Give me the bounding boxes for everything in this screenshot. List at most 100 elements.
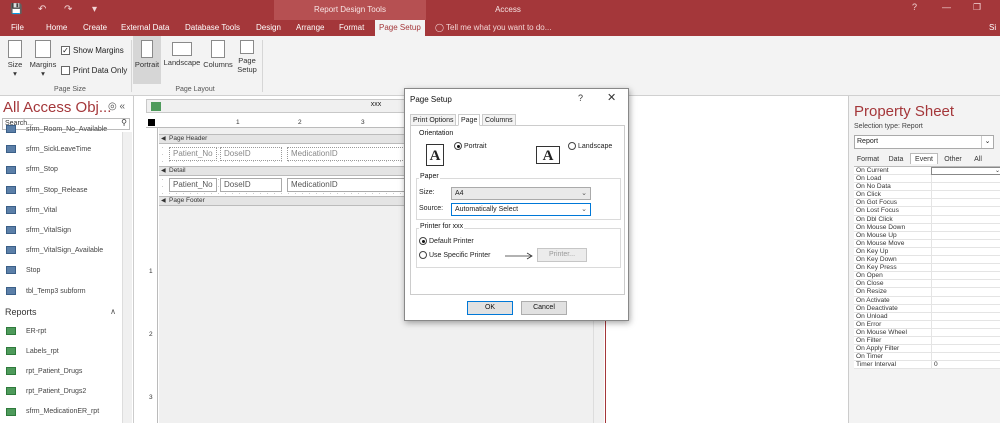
list-item[interactable]: Labels_rpt [0,342,122,362]
property-row[interactable]: On Dbl Click [854,215,1000,224]
property-row[interactable]: On Filter [854,336,1000,346]
redo-icon[interactable]: ↷ [64,4,72,15]
tab-format[interactable]: Format [854,153,882,164]
property-value[interactable] [931,272,1000,281]
property-value[interactable] [931,175,1000,184]
chevron-down-icon[interactable]: ⌄ [995,167,1000,175]
property-row[interactable]: On Mouse Move [854,239,1000,248]
tab-page[interactable]: Page [458,114,481,126]
detail-field[interactable]: Patient_No [169,178,217,192]
portrait-radio[interactable]: Portrait [454,142,487,150]
property-row[interactable]: On No Data [854,183,1000,192]
collapse-pane-icon[interactable]: « [120,101,126,112]
tell-me-box[interactable]: ◯ Tell me what you want to do... [435,20,551,36]
property-row[interactable]: On Mouse Up [854,231,1000,240]
landscape-radio[interactable]: Landscape [568,142,612,150]
property-row[interactable]: On Open [854,272,1000,281]
margins-button[interactable]: Margins ▾ [28,40,58,78]
account-name[interactable]: Si [989,20,996,36]
nav-pane-title[interactable]: All Access Obj... [3,99,111,116]
tab-page-setup[interactable]: Page Setup [375,20,425,36]
property-value[interactable] [931,256,1000,265]
property-row[interactable]: On Apply Filter [854,345,1000,354]
property-row[interactable]: On Mouse Wheel [854,328,1000,337]
minimize-icon[interactable]: — [942,2,951,12]
list-item[interactable]: sfrm_VitalSign [0,221,122,241]
list-item[interactable]: sfrm_Room_No_Available [0,120,122,140]
nav-menu-icon[interactable]: ◎ [108,101,117,112]
restore-icon[interactable]: ❐ [973,2,981,13]
list-item[interactable]: sfrm_MedicationER_rpt [0,402,122,422]
size-button[interactable]: Size ▾ [4,40,26,78]
property-value[interactable] [931,191,1000,200]
default-printer-radio[interactable]: Default Printer [419,237,474,245]
list-item[interactable]: sfrm_Vital [0,201,122,221]
print-data-only-checkbox[interactable]: Print Data Only [61,66,127,76]
property-value[interactable] [931,207,1000,216]
list-item[interactable]: sfrm_Stop [0,160,122,180]
list-item[interactable]: Stop [0,261,122,281]
property-row[interactable]: On Timer [854,353,1000,362]
property-row[interactable]: On Unload [854,312,1000,321]
property-value[interactable] [931,296,1000,305]
tab-create[interactable]: Create [83,20,107,36]
help-button[interactable]: ? [578,93,583,103]
property-value[interactable] [931,215,1000,224]
property-row[interactable]: On Lost Focus [854,207,1000,216]
detail-field[interactable]: MedicationID [287,178,405,192]
tab-home[interactable]: Home [46,20,67,36]
property-value[interactable] [931,288,1000,297]
tab-design[interactable]: Design [256,20,281,36]
collapse-group-icon[interactable]: ∧ [110,302,116,322]
property-row[interactable]: On Error [854,320,1000,329]
list-item[interactable]: rpt_Patient_Drugs [0,362,122,382]
show-margins-checkbox[interactable]: ✓ Show Margins [61,46,124,56]
tab-other[interactable]: Other [940,153,966,164]
tab-external-data[interactable]: External Data [121,20,169,36]
portrait-button[interactable]: Portrait [133,36,161,84]
tab-file[interactable]: File [11,20,24,36]
property-value[interactable] [931,328,1000,337]
property-row[interactable]: Timer Interval 0 [854,361,1000,370]
tab-format[interactable]: Format [339,20,364,36]
list-item[interactable]: sfrm_Stop_Release [0,181,122,201]
cancel-button[interactable]: Cancel [521,301,567,315]
property-value[interactable] [931,247,1000,256]
property-row[interactable]: On Deactivate [854,304,1000,313]
property-row[interactable]: On Key Press [854,264,1000,273]
nav-group-reports[interactable]: Reports ∧ [0,302,122,322]
columns-button[interactable]: Columns [202,40,234,69]
list-item[interactable]: ER-rpt [0,322,122,342]
header-label[interactable]: Patient_No [169,147,217,161]
specific-printer-radio[interactable]: Use Specific Printer [419,251,490,259]
list-item[interactable]: sfrm_SickLeaveTime [0,140,122,160]
property-value[interactable] [931,353,1000,362]
property-value[interactable] [931,183,1000,192]
paper-size-select[interactable]: A4 ⌄ [451,187,591,200]
property-row[interactable]: On Click [854,191,1000,200]
help-icon[interactable]: ? [912,2,917,12]
property-row[interactable]: On Activate [854,296,1000,305]
property-value[interactable] [931,199,1000,208]
report-selector[interactable] [148,119,155,126]
property-value[interactable]: 0 [931,361,1000,370]
header-label[interactable]: MedicationID [287,147,405,161]
tab-database-tools[interactable]: Database Tools [185,20,240,36]
printer-button[interactable]: Printer... [537,248,587,262]
property-row[interactable]: On Mouse Down [854,223,1000,232]
save-icon[interactable]: 💾 [10,4,22,15]
tab-data[interactable]: Data [884,153,908,164]
property-row[interactable]: On Current ⌄ [854,167,1000,176]
undo-icon[interactable]: ↶ [38,4,46,15]
property-value[interactable]: ⌄ [931,167,1000,175]
property-value[interactable] [931,320,1000,329]
page-setup-button[interactable]: Page Setup [234,40,260,74]
property-value[interactable] [931,304,1000,313]
property-value[interactable] [931,280,1000,289]
property-row[interactable]: On Close [854,280,1000,289]
property-row[interactable]: On Key Down [854,256,1000,265]
property-value[interactable] [931,345,1000,354]
property-row[interactable]: On Resize [854,288,1000,297]
tab-all[interactable]: All [968,153,988,164]
object-selector[interactable]: Report ⌄ [854,135,994,149]
